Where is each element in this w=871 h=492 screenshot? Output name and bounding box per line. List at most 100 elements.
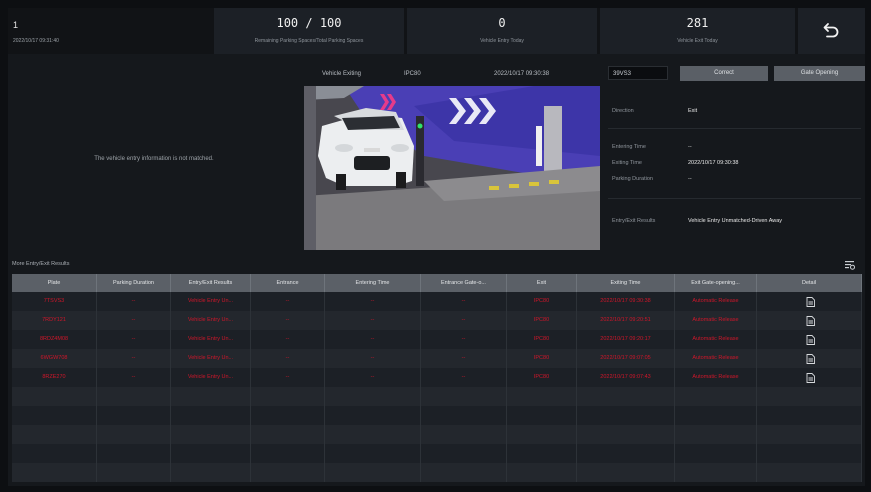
empty-cell	[97, 444, 171, 463]
column-header-plate[interactable]: Plate	[12, 274, 97, 292]
cell-entry-exit-results: Vehicle Entry Un...	[171, 292, 251, 311]
table-row[interactable]: 7TSVS3 -- Vehicle Entry Un... -- -- -- IPC80 20…	[12, 292, 862, 311]
empty-cell	[251, 406, 325, 425]
detail-document-icon[interactable]	[806, 354, 815, 364]
empty-cell	[577, 425, 675, 444]
gate-opening-button[interactable]: Gate Opening	[774, 66, 865, 81]
exit-today-stat: 281 Vehicle Exit Today	[600, 8, 795, 54]
empty-cell	[757, 463, 862, 482]
cell-detail[interactable]	[757, 311, 862, 330]
empty-cell	[507, 444, 577, 463]
empty-cell	[12, 463, 97, 482]
cell-entrance: --	[251, 292, 325, 311]
table-row	[12, 444, 862, 463]
cell-entrance: --	[251, 349, 325, 368]
cell-exit-gate-opening: Automatic Release	[675, 311, 757, 330]
cell-entry-exit-results: Vehicle Entry Un...	[171, 311, 251, 330]
cell-entrance: --	[251, 330, 325, 349]
cell-exiting-time: 2022/10/17 09:20:51	[577, 311, 675, 330]
cell-entrance: --	[251, 368, 325, 387]
direction-value: Exit	[688, 108, 698, 114]
detail-document-icon[interactable]	[806, 335, 815, 345]
camera-title: Vehicle Exiting	[322, 71, 362, 77]
empty-cell	[757, 425, 862, 444]
cell-entering-time: --	[325, 292, 421, 311]
cell-entrance-gate-opening: --	[421, 330, 507, 349]
entry-today-stat: 0 Vehicle Entry Today	[407, 8, 597, 54]
detail-document-icon[interactable]	[806, 316, 815, 326]
top-bar: 1 2022/10/17 09:31:40 100 / 100 Remainin…	[8, 8, 865, 54]
cell-detail[interactable]	[757, 292, 862, 311]
empty-cell	[171, 463, 251, 482]
correct-button[interactable]: Correct	[680, 66, 768, 81]
empty-cell	[325, 406, 421, 425]
camera-scene-image	[304, 86, 600, 250]
column-header-entrance-gate-opening[interactable]: Entrance Gate-o...	[421, 274, 507, 292]
empty-cell	[171, 387, 251, 406]
column-header-entrance[interactable]: Entrance	[251, 274, 325, 292]
empty-cell	[577, 387, 675, 406]
empty-cell	[507, 406, 577, 425]
table-row[interactable]: 6WGW708 -- Vehicle Entry Un... -- -- -- IPC80 2…	[12, 349, 862, 368]
empty-cell	[325, 444, 421, 463]
entering-time-label: Entering Time	[612, 144, 646, 150]
cell-parking-duration: --	[97, 349, 171, 368]
empty-cell	[97, 425, 171, 444]
back-button[interactable]	[798, 8, 865, 54]
empty-cell	[577, 463, 675, 482]
empty-cell	[577, 406, 675, 425]
table-row	[12, 463, 862, 482]
cell-detail[interactable]	[757, 368, 862, 387]
column-header-entry-exit-results[interactable]: Entry/Exit Results	[171, 274, 251, 292]
back-arrow-icon	[823, 23, 839, 38]
cell-exit-gate-opening: Automatic Release	[675, 349, 757, 368]
parking-spaces-stat: 100 / 100 Remaining Parking Spaces/Total…	[214, 8, 404, 54]
plate-number-input[interactable]: 39VS3	[608, 66, 668, 80]
cell-plate: 8RZE270	[12, 368, 97, 387]
exit-today-value: 281	[686, 16, 709, 30]
parking-spaces-label: Remaining Parking Spaces/Total Parking S…	[254, 38, 364, 44]
column-header-parking-duration[interactable]: Parking Duration	[97, 274, 171, 292]
cell-entry-exit-results: Vehicle Entry Un...	[171, 368, 251, 387]
results-title: More Entry/Exit Results	[12, 261, 70, 267]
exiting-time-value: 2022/10/17 09:30:38	[688, 160, 739, 166]
cell-exit: IPC80	[507, 292, 577, 311]
cell-exit: IPC80	[507, 349, 577, 368]
cell-exiting-time: 2022/10/17 09:07:05	[577, 349, 675, 368]
cell-detail[interactable]	[757, 349, 862, 368]
table-row[interactable]: 8RDZ4M08 -- Vehicle Entry Un... -- -- -- IPC80…	[12, 330, 862, 349]
empty-cell	[325, 463, 421, 482]
empty-cell	[507, 463, 577, 482]
empty-cell	[251, 463, 325, 482]
entry-exit-results-label: Entry/Exit Results	[612, 218, 656, 224]
column-header-detail[interactable]: Detail	[757, 274, 862, 292]
filter-list-icon[interactable]	[844, 259, 856, 271]
table-row	[12, 406, 862, 425]
column-header-exit[interactable]: Exit	[507, 274, 577, 292]
empty-cell	[507, 387, 577, 406]
cell-entering-time: --	[325, 330, 421, 349]
empty-cell	[577, 444, 675, 463]
empty-cell	[12, 444, 97, 463]
exiting-time-label: Exiting Time	[612, 160, 642, 166]
detail-document-icon[interactable]	[806, 297, 815, 307]
exit-today-label: Vehicle Exit Today	[677, 38, 718, 44]
cell-entry-exit-results: Vehicle Entry Un...	[171, 330, 251, 349]
table-row	[12, 387, 862, 406]
empty-cell	[421, 425, 507, 444]
detail-document-icon[interactable]	[806, 373, 815, 383]
empty-cell	[757, 406, 862, 425]
cell-parking-duration: --	[97, 368, 171, 387]
channel-info: 1 2022/10/17 09:31:40	[8, 8, 211, 54]
empty-cell	[12, 406, 97, 425]
column-header-exit-gate-opening[interactable]: Exit Gate-opening...	[675, 274, 757, 292]
table-row[interactable]: 7RDY121 -- Vehicle Entry Un... -- -- -- IPC80 2…	[12, 311, 862, 330]
column-header-entering-time[interactable]: Entering Time	[325, 274, 421, 292]
empty-cell	[757, 387, 862, 406]
table-row[interactable]: 8RZE270 -- Vehicle Entry Un... -- -- -- IPC80 2…	[12, 368, 862, 387]
cell-exit: IPC80	[507, 311, 577, 330]
column-header-exiting-time[interactable]: Exiting Time	[577, 274, 675, 292]
cell-parking-duration: --	[97, 292, 171, 311]
cell-detail[interactable]	[757, 330, 862, 349]
channel-number: 1	[13, 20, 19, 30]
